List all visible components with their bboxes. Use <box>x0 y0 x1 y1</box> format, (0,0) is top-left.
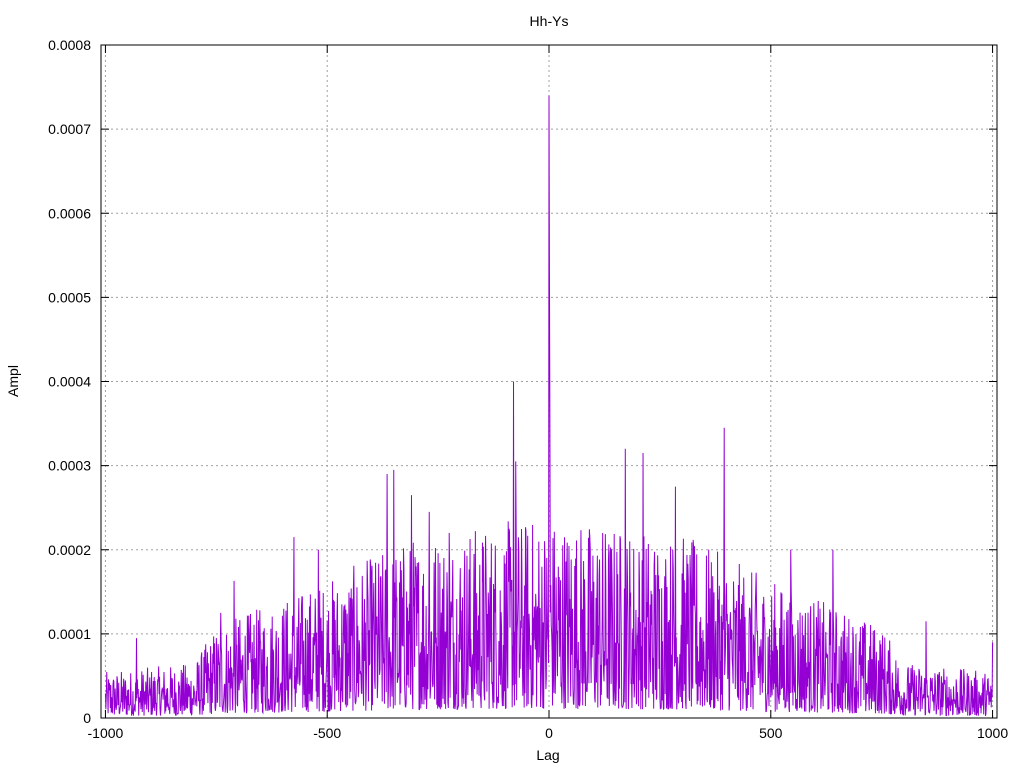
cross-correlation-chart: 0 0.0001 0.0002 0.0003 0.0004 0.0005 0.0006 0.0… <box>0 0 1024 768</box>
x-tick-label: 500 <box>759 725 783 741</box>
y-tick-label: 0.0002 <box>48 542 91 558</box>
y-tick-label: 0.0007 <box>48 121 91 137</box>
y-tick-label: 0.0004 <box>48 374 91 390</box>
x-tick-label: -500 <box>313 725 341 741</box>
y-axis-label: Ampl <box>5 365 21 397</box>
x-tick-label: 0 <box>545 725 553 741</box>
x-axis-label: Lag <box>536 747 559 763</box>
y-tick-label: 0.0001 <box>48 626 91 642</box>
y-tick-label: 0.0008 <box>48 37 91 53</box>
y-tick-label: 0.0006 <box>48 205 91 221</box>
x-tick-label: 1000 <box>977 725 1008 741</box>
x-tick-label: -1000 <box>88 725 124 741</box>
y-tick-label: 0 <box>83 710 91 726</box>
chart-title: Hh-Ys <box>530 13 569 29</box>
y-tick-label: 0.0003 <box>48 458 91 474</box>
y-tick-label: 0.0005 <box>48 289 91 305</box>
